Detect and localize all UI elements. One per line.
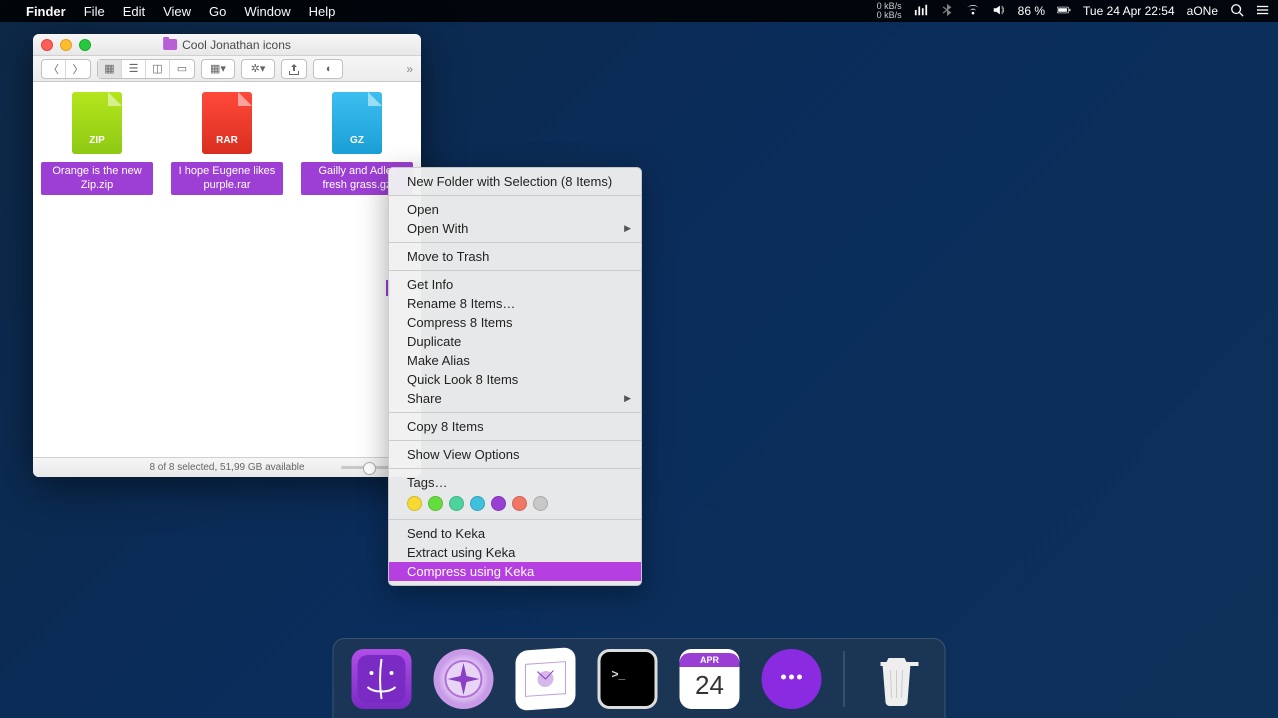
icon-size-slider[interactable]: [341, 466, 391, 469]
nav-group: 〈 〉: [41, 59, 91, 79]
menubar: Finder File Edit View Go Window Help 0 k…: [0, 0, 1278, 22]
bluetooth-icon[interactable]: [940, 3, 954, 20]
dock: >_ APR 24: [333, 638, 946, 718]
zip-file-icon: ZIP: [72, 92, 122, 154]
menu-separator: [389, 242, 641, 243]
dock-calendar[interactable]: APR 24: [680, 649, 740, 709]
datetime[interactable]: Tue 24 Apr 22:54: [1083, 4, 1175, 18]
file-label: Orange is the new Zip.zip: [41, 162, 153, 195]
tag-color[interactable]: [491, 496, 506, 511]
share-button[interactable]: [282, 60, 306, 78]
dock-finder[interactable]: [352, 649, 412, 709]
menu-item-compress-8-items[interactable]: Compress 8 Items: [389, 313, 641, 332]
svg-text:>_: >_: [612, 667, 626, 681]
zoom-button[interactable]: [79, 39, 91, 51]
tag-color[interactable]: [428, 496, 443, 511]
menu-item-share[interactable]: Share: [389, 389, 641, 408]
menu-item-quick-look-8-items[interactable]: Quick Look 8 Items: [389, 370, 641, 389]
folder-icon: [163, 39, 177, 50]
dock-separator: [844, 651, 845, 707]
dock-messages[interactable]: [762, 649, 822, 709]
notifications-icon[interactable]: [1256, 3, 1270, 20]
menu-item-get-info[interactable]: Get Info: [389, 275, 641, 294]
menu-separator: [389, 270, 641, 271]
menu-item-copy-8-items[interactable]: Copy 8 Items: [389, 417, 641, 436]
menu-item-new-folder-with-selection-8-items[interactable]: New Folder with Selection (8 Items): [389, 172, 641, 191]
menu-item-make-alias[interactable]: Make Alias: [389, 351, 641, 370]
menu-help[interactable]: Help: [309, 4, 336, 19]
menu-item-rename-8-items[interactable]: Rename 8 Items…: [389, 294, 641, 313]
menu-separator: [389, 519, 641, 520]
menu-item-open-with[interactable]: Open With: [389, 219, 641, 238]
tag-color[interactable]: [470, 496, 485, 511]
volume-icon[interactable]: [992, 3, 1006, 20]
tag-color[interactable]: [449, 496, 464, 511]
spotlight-icon[interactable]: [1230, 3, 1244, 20]
equalizer-icon[interactable]: [914, 3, 928, 20]
dock-terminal[interactable]: >_: [598, 649, 658, 709]
back-button[interactable]: 〈: [42, 60, 66, 78]
status-bar: 8 of 8 selected, 51,99 GB available: [33, 457, 421, 477]
calendar-month: APR: [680, 653, 740, 667]
battery-percentage: 86 %: [1018, 4, 1045, 18]
toolbar-overflow[interactable]: »: [406, 62, 413, 76]
file-item[interactable]: RAR I hope Eugene likes purple.rar: [171, 92, 283, 195]
view-group: ▦ ☰ ◫ ▭: [97, 59, 195, 79]
menu-item-show-view-options[interactable]: Show View Options: [389, 445, 641, 464]
menu-item-send-to-keka[interactable]: Send to Keka: [389, 524, 641, 543]
network-stats: 0 kB/s0 kB/s: [877, 2, 902, 20]
menu-separator: [389, 412, 641, 413]
traffic-lights: [41, 39, 91, 51]
tags-button[interactable]: ◖: [314, 60, 342, 78]
file-label: I hope Eugene likes purple.rar: [171, 162, 283, 195]
menu-go[interactable]: Go: [209, 4, 226, 19]
file-area[interactable]: ZIP Orange is the new Zip.zip RAR I hope Eu…: [33, 82, 421, 457]
wifi-icon[interactable]: [966, 3, 980, 20]
window-title: Cool Jonathan icons: [182, 38, 291, 52]
menu-item-open[interactable]: Open: [389, 200, 641, 219]
menu-view[interactable]: View: [163, 4, 191, 19]
gallery-view-button[interactable]: ▭: [170, 60, 194, 78]
status-text: 8 of 8 selected, 51,99 GB available: [149, 462, 304, 473]
icon-view-button[interactable]: ▦: [98, 60, 122, 78]
finder-window: Cool Jonathan icons 〈 〉 ▦ ☰ ◫ ▭ ▦▾ ✲▾ ◖ …: [33, 34, 421, 477]
arrange-button[interactable]: ▦▾: [202, 60, 234, 78]
rar-file-icon: RAR: [202, 92, 252, 154]
dock-trash[interactable]: [867, 649, 927, 709]
tag-color[interactable]: [512, 496, 527, 511]
app-name[interactable]: Finder: [26, 4, 66, 19]
battery-icon[interactable]: [1057, 3, 1071, 20]
menu-window[interactable]: Window: [244, 4, 290, 19]
toolbar: 〈 〉 ▦ ☰ ◫ ▭ ▦▾ ✲▾ ◖ »: [33, 56, 421, 82]
minimize-button[interactable]: [60, 39, 72, 51]
tag-color[interactable]: [533, 496, 548, 511]
tag-color[interactable]: [407, 496, 422, 511]
close-button[interactable]: [41, 39, 53, 51]
context-menu: New Folder with Selection (8 Items) OpenO…: [388, 167, 642, 586]
dock-safari[interactable]: [434, 649, 494, 709]
action-button[interactable]: ✲▾: [242, 60, 274, 78]
user-name[interactable]: aONe: [1187, 4, 1218, 18]
menu-file[interactable]: File: [84, 4, 105, 19]
menu-item-tags[interactable]: Tags…: [389, 473, 641, 492]
forward-button[interactable]: 〉: [66, 60, 90, 78]
list-view-button[interactable]: ☰: [122, 60, 146, 78]
calendar-day: 24: [695, 667, 724, 703]
menu-item-move-to-trash[interactable]: Move to Trash: [389, 247, 641, 266]
tag-color-row: [389, 492, 641, 515]
menu-separator: [389, 440, 641, 441]
dock-mail[interactable]: [516, 646, 576, 710]
menu-separator: [389, 195, 641, 196]
titlebar[interactable]: Cool Jonathan icons: [33, 34, 421, 56]
menu-item-extract-using-keka[interactable]: Extract using Keka: [389, 543, 641, 562]
gz-file-icon: GZ: [332, 92, 382, 154]
menu-item-compress-using-keka[interactable]: Compress using Keka: [389, 562, 641, 581]
menu-edit[interactable]: Edit: [123, 4, 145, 19]
file-item[interactable]: ZIP Orange is the new Zip.zip: [41, 92, 153, 195]
column-view-button[interactable]: ◫: [146, 60, 170, 78]
menu-separator: [389, 468, 641, 469]
menu-item-duplicate[interactable]: Duplicate: [389, 332, 641, 351]
